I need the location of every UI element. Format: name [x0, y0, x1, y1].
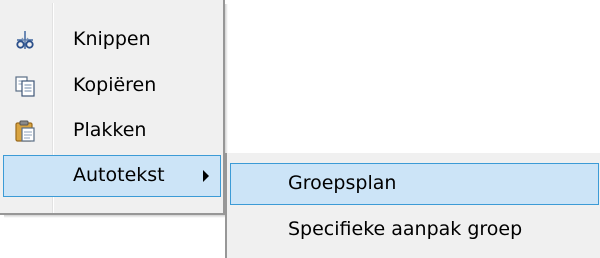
- paste-icon: [14, 120, 36, 142]
- menu-item-label: Kopiëren: [73, 74, 157, 96]
- menu-item-autotext[interactable]: Autotekst: [3, 155, 221, 197]
- menu-item-paste[interactable]: Plakken: [3, 110, 221, 152]
- autotext-submenu: Groepsplan Specifieke aanpak groep: [225, 153, 600, 258]
- scissors-icon: [14, 29, 36, 51]
- submenu-arrow-icon: [203, 170, 209, 182]
- submenu-item-specifieke-aanpak[interactable]: Specifieke aanpak groep: [230, 209, 599, 251]
- context-menu-shadow: [4, 215, 228, 218]
- menu-item-copy[interactable]: Kopiëren: [3, 65, 221, 107]
- submenu-item-groepsplan[interactable]: Groepsplan: [230, 163, 599, 205]
- screen: Knippen Kopiëren Plakken Autotekst Groep…: [0, 0, 600, 258]
- context-menu: Knippen Kopiëren Plakken Autotekst: [0, 0, 225, 215]
- submenu-item-label: Groepsplan: [288, 172, 397, 194]
- menu-item-label: Plakken: [73, 119, 147, 141]
- menu-item-cut[interactable]: Knippen: [3, 19, 221, 61]
- copy-icon: [14, 75, 36, 97]
- submenu-item-label: Specifieke aanpak groep: [288, 218, 523, 240]
- menu-item-label: Knippen: [73, 28, 151, 50]
- menu-item-label: Autotekst: [73, 164, 165, 186]
